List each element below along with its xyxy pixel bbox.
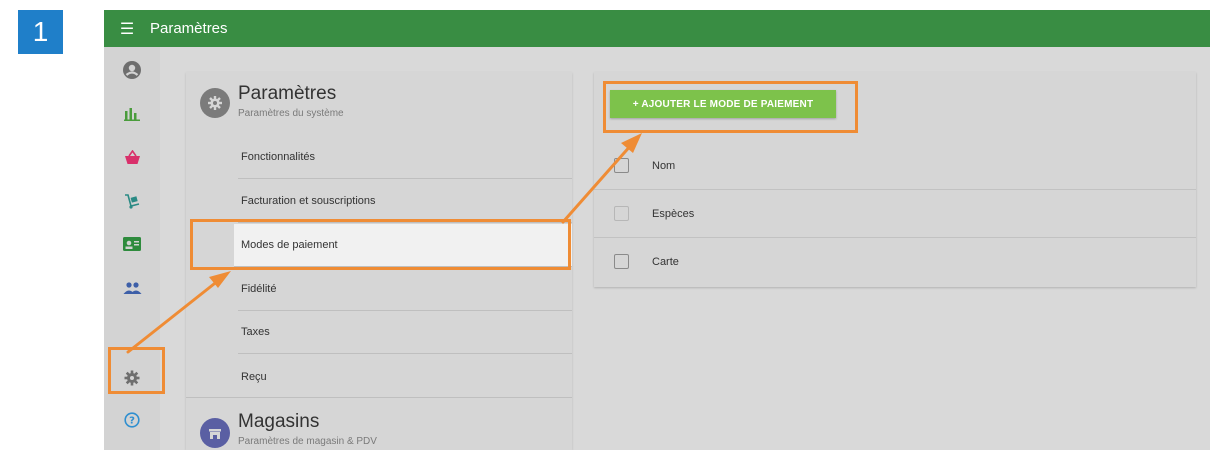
annotation-arrows <box>126 133 642 354</box>
arrow-head <box>621 133 642 153</box>
arrow-line <box>126 278 221 354</box>
arrow-line <box>561 142 634 224</box>
